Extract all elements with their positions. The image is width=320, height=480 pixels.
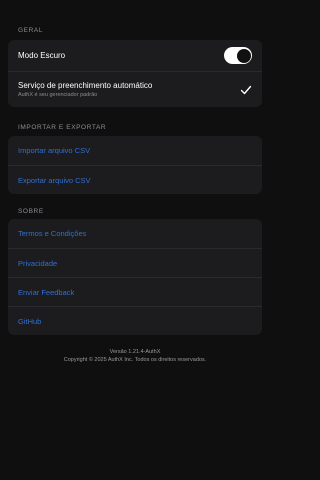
- version-text: Versão 1.21.4-AuthX: [109, 349, 161, 355]
- dark-mode-row[interactable]: Modo Escuro: [8, 40, 262, 71]
- import-export-card: Importar arquivo CSV Exportar arquivo CS…: [8, 136, 262, 194]
- toggle-knob: [236, 48, 251, 63]
- terms-link[interactable]: Termos e Condições: [18, 229, 86, 238]
- terms-row[interactable]: Termos e Condições: [8, 219, 262, 248]
- github-row[interactable]: GitHub: [8, 306, 262, 335]
- autofill-row[interactable]: Serviço de preenchimento automático Auth…: [8, 71, 262, 107]
- import-csv-link[interactable]: Importar arquivo CSV: [18, 146, 90, 155]
- export-csv-row[interactable]: Exportar arquivo CSV: [8, 165, 262, 194]
- copyright-text: Copyright © 2025 AuthX Inc. Todos os dir…: [63, 357, 207, 363]
- checkmark-icon: [240, 85, 252, 94]
- privacy-link[interactable]: Privacidade: [18, 259, 57, 268]
- general-card: Modo Escuro Serviço de preenchimento aut…: [8, 40, 262, 107]
- feedback-link[interactable]: Enviar Feedback: [18, 288, 74, 297]
- about-card: Termos e Condições Privacidade Enviar Fe…: [8, 219, 262, 335]
- feedback-row[interactable]: Enviar Feedback: [8, 277, 262, 306]
- autofill-label: Serviço de preenchimento automático: [18, 81, 153, 90]
- import-csv-row[interactable]: Importar arquivo CSV: [8, 136, 262, 165]
- dark-mode-label: Modo Escuro: [18, 51, 66, 60]
- section-header-import-export: IMPORTAR E EXPORTAR: [18, 124, 107, 131]
- autofill-sublabel: AuthX é seu gerenciador padrão: [18, 92, 98, 98]
- section-header-general: GERAL: [18, 27, 44, 34]
- github-link[interactable]: GitHub: [18, 317, 41, 326]
- autofill-text: Serviço de preenchimento automático Auth…: [18, 81, 152, 98]
- export-csv-link[interactable]: Exportar arquivo CSV: [18, 176, 91, 185]
- section-header-about: SOBRE: [18, 208, 44, 215]
- privacy-row[interactable]: Privacidade: [8, 248, 262, 277]
- dark-mode-toggle[interactable]: [224, 47, 252, 64]
- footer: Versão 1.21.4-AuthX Copyright © 2025 Aut…: [0, 348, 270, 364]
